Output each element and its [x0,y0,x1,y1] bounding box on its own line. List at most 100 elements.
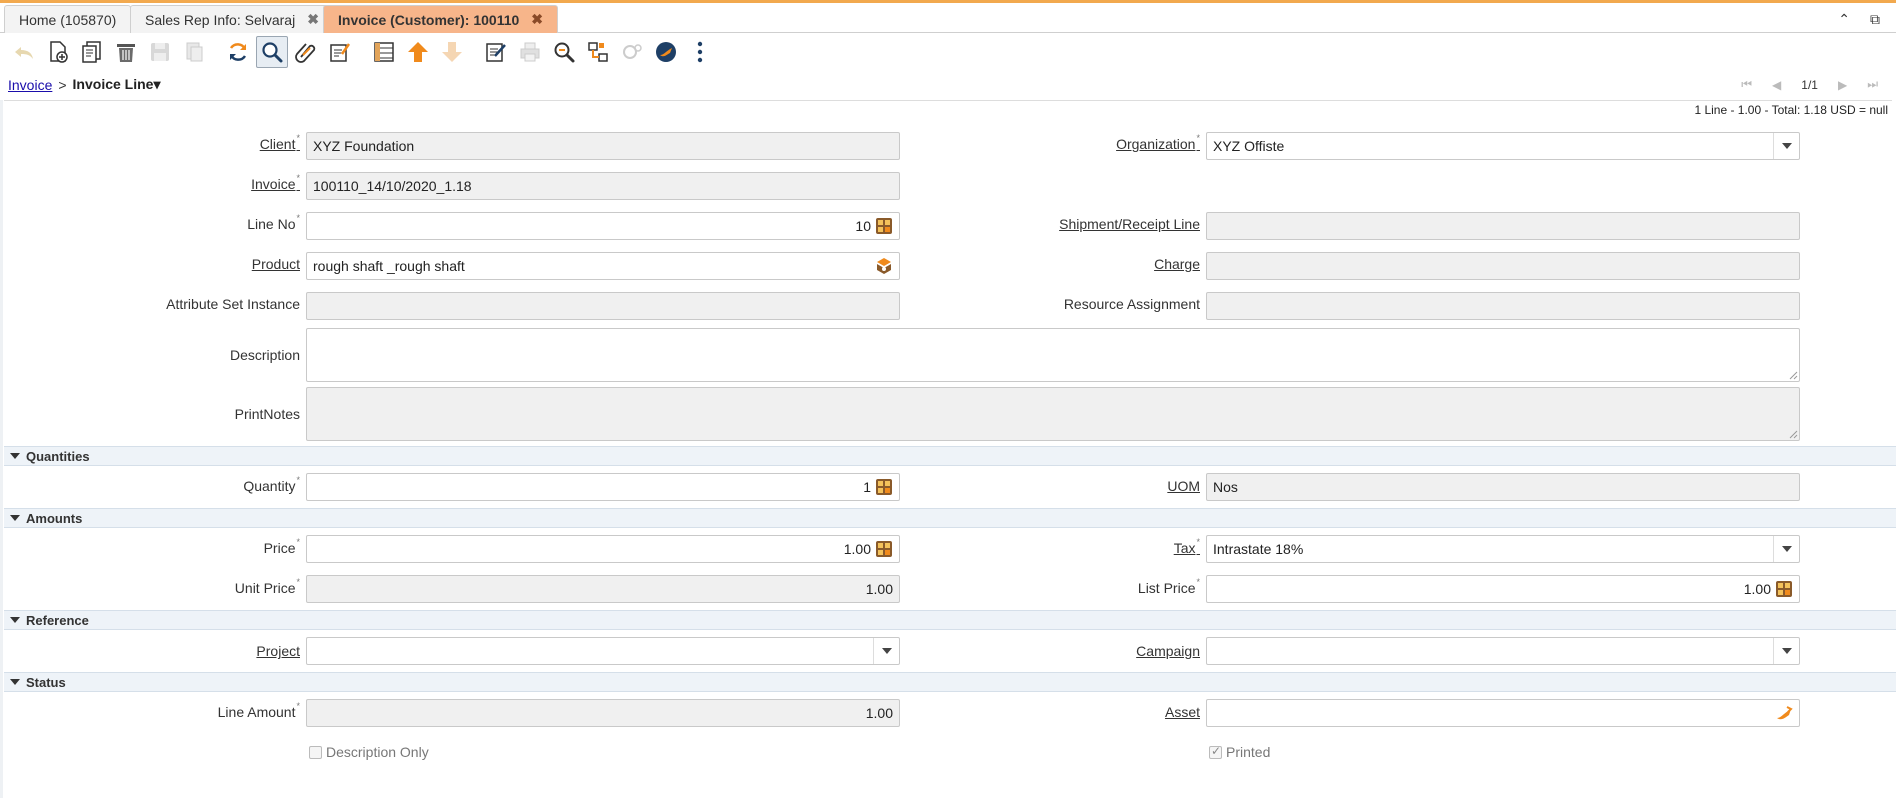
chevron-down-icon[interactable] [873,638,899,664]
breadcrumb: Invoice > Invoice Line▾ [8,76,161,93]
asset-lookup-icon[interactable] [1775,704,1793,722]
calculator-icon[interactable] [875,540,893,558]
product-info-button[interactable] [650,36,682,68]
shipment-receipt-line-label[interactable]: Shipment/Receipt Line [1059,216,1200,232]
calculator-icon[interactable] [875,478,893,496]
tax-select[interactable]: Intrastate 18% [1206,535,1800,563]
charge-label[interactable]: Charge [1154,256,1200,272]
active-workflows-button[interactable] [582,36,614,68]
group-reference[interactable]: Reference [4,610,1896,630]
product-search-field[interactable]: rough shaft _rough shaft [306,252,900,280]
grid-toggle-button[interactable] [368,36,400,68]
product-label[interactable]: Product [252,256,300,272]
breadcrumb-current[interactable]: Invoice Line▾ [73,76,161,93]
line-amount-field[interactable]: 1.00 [306,699,900,727]
uom-field[interactable]: Nos [1206,473,1800,501]
attribute-set-instance-label: Attribute Set Instance [166,296,300,312]
report-button[interactable] [480,36,512,68]
close-icon[interactable]: ✖ [307,11,319,28]
calculator-icon[interactable] [875,217,893,235]
zoom-across-icon [554,42,575,63]
status-line: 1 Line - 1.00 - Total: 1.18 USD = null [1694,103,1888,117]
attachment-button[interactable] [290,36,322,68]
description-only-checkbox[interactable]: Description Only [309,744,429,760]
new-record-button[interactable] [42,36,74,68]
tab-home[interactable]: Home (105870) [4,5,132,33]
zoom-across-button[interactable] [548,36,580,68]
detail-record-icon [442,42,462,62]
more-icon [697,41,703,63]
requests-button[interactable] [616,36,648,68]
resource-assignment-field[interactable] [1206,292,1800,320]
quantity-label: Quantity* [243,475,300,494]
campaign-select[interactable] [1206,637,1800,665]
quantity-field[interactable]: 1 [306,473,900,501]
shipment-receipt-line-field[interactable] [1206,212,1800,240]
attribute-set-instance-field[interactable] [306,292,900,320]
organization-select[interactable]: XYZ Offiste [1206,132,1800,160]
group-amounts[interactable]: Amounts [4,508,1896,528]
asset-search-field[interactable] [1206,699,1800,727]
next-record-icon[interactable]: ▶ [1838,78,1847,92]
print-button[interactable] [514,36,546,68]
find-button[interactable] [256,36,288,68]
unit-price-field[interactable]: 1.00 [306,575,900,603]
detail-record-button[interactable] [436,36,468,68]
restore-window-icon[interactable]: ⧉ [1870,11,1880,28]
first-record-icon[interactable]: ⏮ [1741,77,1752,92]
uom-label[interactable]: UOM [1167,478,1200,494]
previous-record-icon[interactable]: ◀ [1772,78,1781,92]
left-edge [0,100,3,798]
breadcrumb-invoice-link[interactable]: Invoice [8,77,52,93]
price-field[interactable]: 1.00 [306,535,900,563]
calculator-icon[interactable] [1775,580,1793,598]
collapse-icon[interactable]: ⌃ [1838,11,1850,28]
printed-checkbox[interactable]: Printed [1209,744,1270,760]
parent-record-button[interactable] [402,36,434,68]
list-price-field[interactable]: 1.00 [1206,575,1800,603]
organization-label[interactable]: Organization* [1116,133,1200,152]
checkbox-box[interactable] [309,745,322,759]
chat-button[interactable] [324,36,356,68]
save-new-button[interactable] [178,36,210,68]
charge-field[interactable] [1206,252,1800,280]
chevron-down-icon[interactable] [1773,133,1799,159]
project-label[interactable]: Project [256,643,300,659]
collapse-triangle-icon [10,515,20,521]
group-quantities[interactable]: Quantities [4,446,1896,466]
chevron-down-icon[interactable] [1773,638,1799,664]
campaign-label[interactable]: Campaign [1136,643,1200,659]
checkbox-box-checked[interactable] [1209,744,1222,759]
description-textarea[interactable] [306,328,1800,382]
resize-grip-icon[interactable] [1788,429,1798,439]
chevron-down-icon[interactable] [1773,536,1799,562]
refresh-button[interactable] [222,36,254,68]
group-status[interactable]: Status [4,672,1896,692]
last-record-icon[interactable]: ⏭ [1867,77,1878,92]
tab-invoice-customer[interactable]: Invoice (Customer): 100110 ✖ [323,5,559,33]
invoice-label[interactable]: Invoice* [251,173,300,192]
project-select[interactable] [306,637,900,665]
undo-button[interactable] [8,36,40,68]
client-field[interactable]: XYZ Foundation [306,132,900,160]
tab-label: Sales Rep Info: Selvaraj [145,11,296,28]
save-button[interactable] [144,36,176,68]
invoice-field[interactable]: 100110_14/10/2020_1.18 [306,172,900,200]
line-no-field[interactable]: 10 [306,212,900,240]
close-icon[interactable]: ✖ [531,11,543,28]
resize-grip-icon[interactable] [1788,370,1798,380]
delete-icon [117,44,135,62]
tab-sales-rep-info[interactable]: Sales Rep Info: Selvaraj ✖ [130,5,334,33]
delete-button[interactable] [110,36,142,68]
product-lookup-icon[interactable] [875,257,893,275]
more-options-button[interactable] [684,36,716,68]
copy-record-button[interactable] [76,36,108,68]
line-amount-label: Line Amount* [217,701,300,720]
print-notes-textarea[interactable] [306,387,1800,441]
attachment-icon [295,43,316,63]
tax-label[interactable]: Tax* [1174,537,1200,556]
header-divider [4,100,1892,101]
asset-label[interactable]: Asset [1165,704,1200,720]
breadcrumb-separator: > [58,76,67,93]
client-label[interactable]: Client* [260,133,300,152]
